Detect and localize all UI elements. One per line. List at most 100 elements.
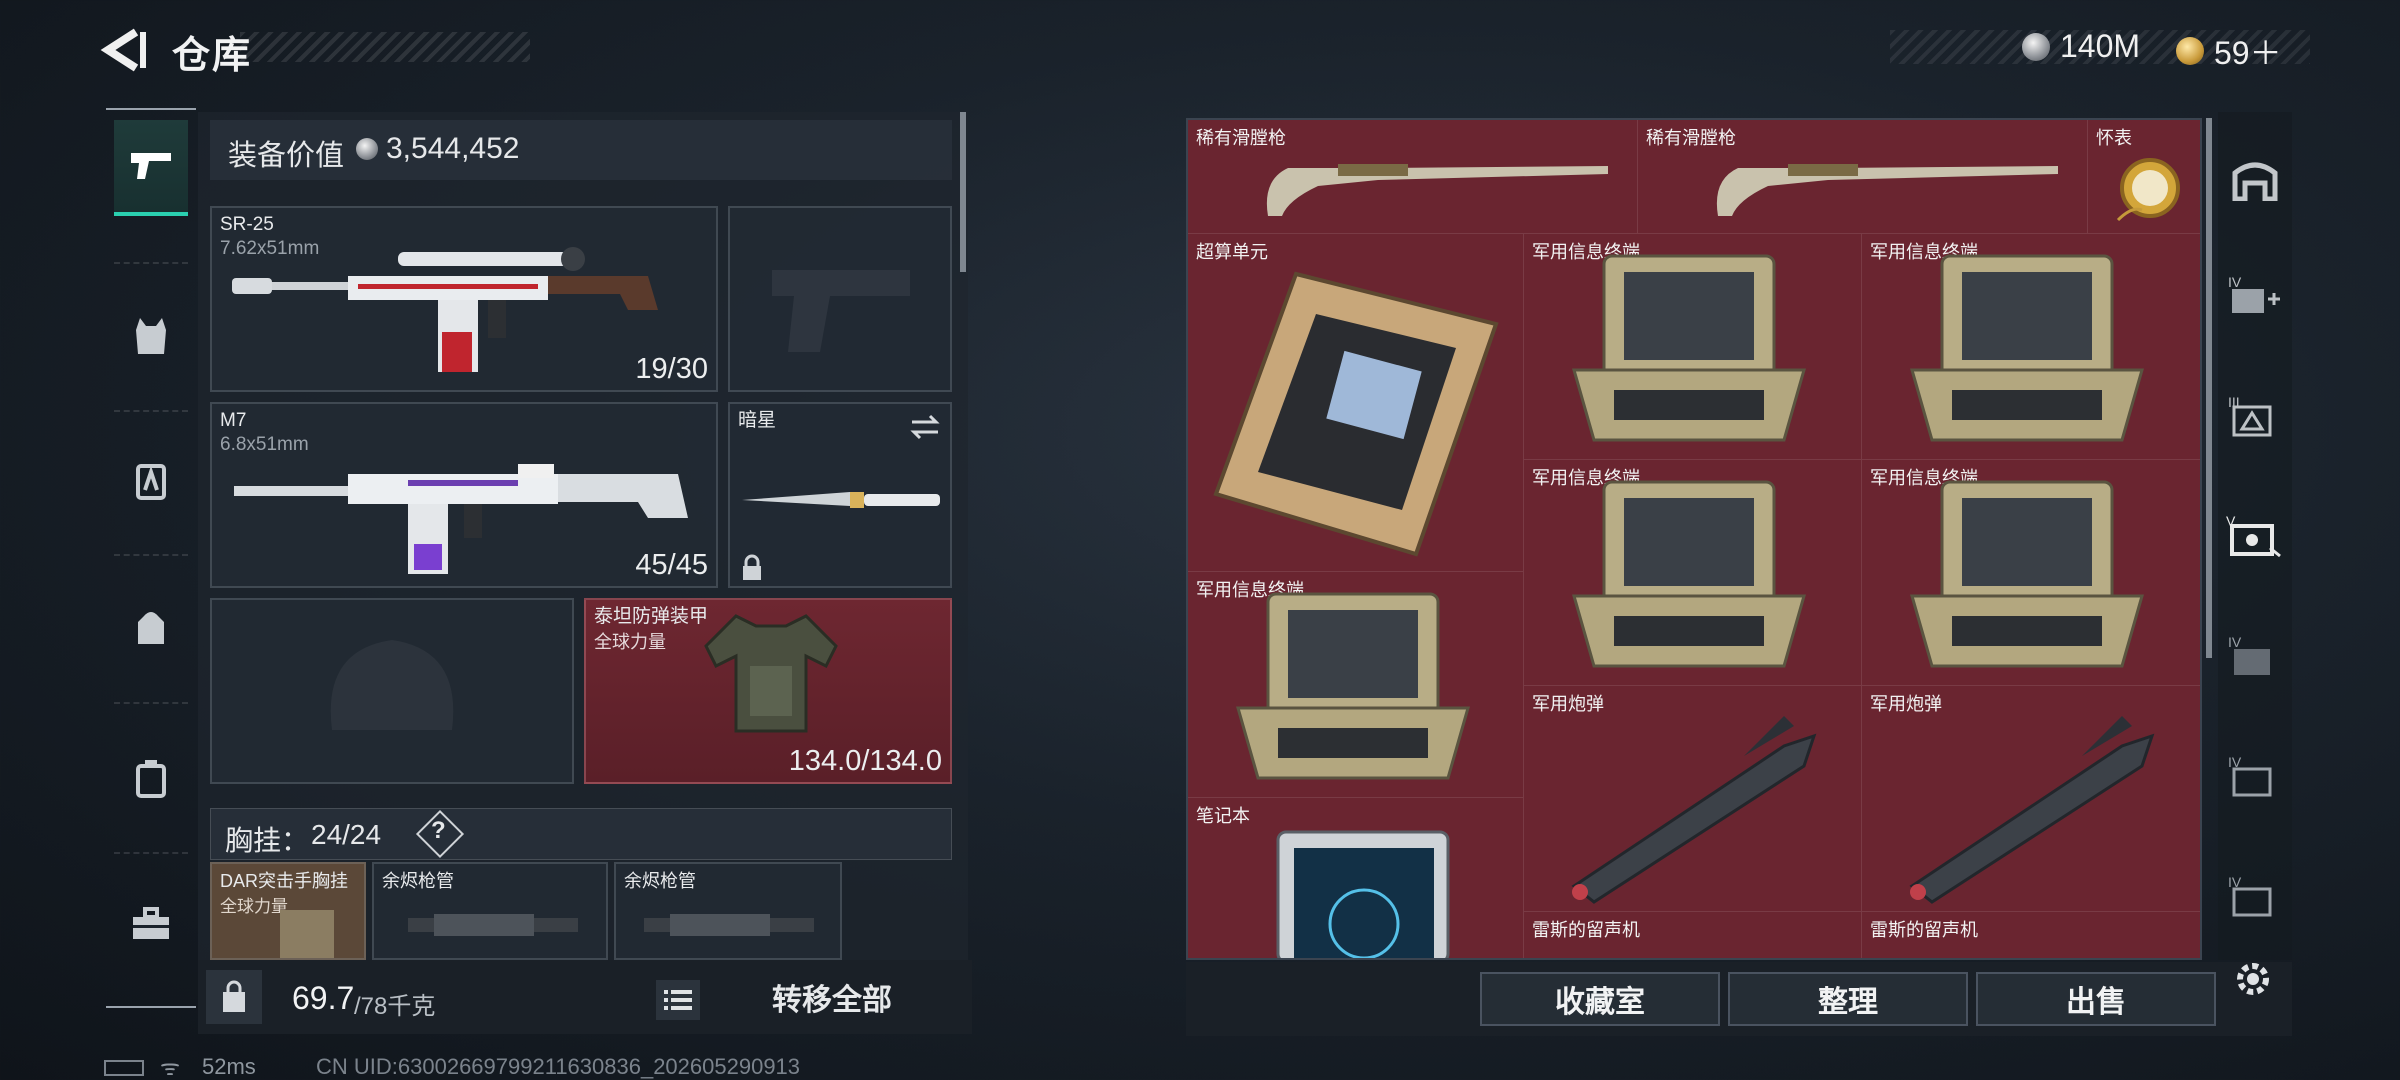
storage-tab-4c[interactable]: IV (2222, 742, 2288, 808)
knife-icon (742, 492, 940, 508)
collection-room-button[interactable]: 收藏室 (1480, 972, 1720, 1026)
item-name: 笔记本 (1196, 806, 1250, 826)
military-terminal-icon (1910, 480, 2144, 668)
list-icon (664, 990, 692, 1010)
armor-icon (136, 464, 166, 500)
pistol-icon (131, 153, 171, 179)
item-name: 雷斯的留声机 (1870, 920, 1978, 940)
equipment-scrollbar[interactable] (960, 112, 966, 272)
storage-item[interactable]: 军用信息终端 (1188, 572, 1524, 798)
settings-button[interactable] (2228, 954, 2278, 1004)
rig-item-name: DAR突击手胸挂 (220, 871, 349, 891)
rail-weapons[interactable] (114, 120, 188, 216)
weight-lock-button[interactable] (206, 970, 262, 1024)
storage-tab-home[interactable] (2222, 146, 2288, 212)
secondary-weapon-slot[interactable]: M7 6.8x51mm 45/45 (210, 402, 718, 588)
armor-slot[interactable]: 泰坦防弹装甲 全球力量 134.0/134.0 (584, 598, 952, 784)
container-iv-icon: IV (2228, 754, 2272, 797)
storage-item[interactable]: 稀有滑膛枪 (1188, 120, 1638, 234)
silver-currency[interactable]: 140M (2022, 28, 2140, 65)
title-decoration (240, 32, 530, 62)
storage-item[interactable]: 军用信息终端 (1524, 460, 1862, 686)
helmet-slot[interactable] (210, 598, 574, 784)
ping: 52ms (202, 1054, 256, 1079)
swap-icon[interactable] (908, 412, 942, 442)
gold-coin-icon (2176, 37, 2204, 65)
storage-item[interactable]: 军用炮弹 (1862, 686, 2200, 912)
rig-item-slot[interactable]: DAR突击手胸挂 全球力量 (210, 862, 366, 960)
artillery-shell-icon (1909, 716, 2155, 904)
weapon-ammo: 45/45 (635, 549, 708, 581)
rail-vest[interactable] (114, 288, 188, 384)
item-name: 雷斯的留声机 (1532, 920, 1640, 940)
help-icon[interactable]: ? (431, 817, 446, 845)
toolbox-icon (133, 907, 169, 939)
storage-grid: 稀有滑膛枪 稀有滑膛枪 怀表 超算单元 军用信息终端 军用信息终端 军用信息终端… (1186, 118, 2202, 960)
rail-case[interactable] (114, 730, 188, 826)
laptop-icon (1276, 830, 1450, 958)
svg-text:IV: IV (2228, 634, 2242, 650)
list-view-button[interactable] (656, 980, 700, 1020)
rig-item-name: 余烬枪管 (382, 871, 454, 891)
transfer-all-button[interactable]: 转移全部 (706, 970, 958, 1024)
sort-button[interactable]: 整理 (1728, 972, 1968, 1026)
armor-durability: 134.0/134.0 (788, 745, 942, 777)
weight-max: /78千克 (354, 993, 436, 1020)
gold-currency[interactable]: 59＋ (2176, 28, 2282, 74)
rail-backpack[interactable] (114, 580, 188, 676)
sr25-rifle-icon (232, 247, 658, 372)
container-iii-icon: III (2228, 394, 2272, 437)
rig-item-name: 余烬枪管 (624, 871, 696, 891)
equipment-value: 3,544,452 (386, 132, 520, 165)
storage-item[interactable]: 军用信息终端 (1524, 234, 1862, 460)
storage-item[interactable]: 稀有滑膛枪 (1638, 120, 2088, 234)
melee-slot[interactable]: 暗星 (728, 402, 952, 588)
rail-armor[interactable] (114, 432, 188, 528)
storage-item[interactable]: 雷斯的留声机 (1862, 912, 2200, 958)
rig-item-slot[interactable]: 余烬枪管 (372, 862, 608, 960)
storage-item[interactable]: 军用信息终端 (1862, 234, 2200, 460)
rig-item-slot[interactable]: 余烬枪管 (614, 862, 842, 960)
storage-item[interactable]: 雷斯的留声机 (1524, 912, 1862, 958)
rail-top-line (106, 108, 196, 110)
armor-name: 泰坦防弹装甲 (594, 606, 709, 627)
pocket-watch-icon (2116, 158, 2180, 222)
military-terminal-icon (1572, 480, 1806, 668)
storage-scrollbar[interactable] (2206, 118, 2212, 658)
storage-tab-4[interactable]: IV (2222, 262, 2288, 328)
storage-tab-5-active[interactable]: V (2222, 502, 2288, 568)
pistol-placeholder-icon (772, 270, 910, 352)
storage-item[interactable]: 军用炮弹 (1524, 686, 1862, 912)
rail-toolbox[interactable] (114, 876, 188, 972)
case-icon (136, 760, 166, 798)
container-iv-icon: IV (2228, 634, 2270, 675)
weapon-name: M7 (220, 410, 247, 431)
storage-item[interactable]: 军用信息终端 (1862, 460, 2200, 686)
backpack-icon (138, 612, 164, 644)
military-terminal-icon (1910, 254, 2144, 442)
storage-item[interactable]: 怀表 (2088, 120, 2200, 234)
primary-weapon-slot[interactable]: SR-25 7.62x51mm 19/30 (210, 206, 718, 392)
storage-item[interactable]: 笔记本 (1188, 798, 1524, 958)
storage-tab-4d[interactable]: IV (2222, 862, 2288, 928)
storage-item[interactable]: 超算单元 (1188, 234, 1524, 572)
military-terminal-icon (1572, 254, 1806, 442)
supercomputing-unit-icon (1213, 271, 1499, 557)
back-button[interactable] (100, 28, 150, 72)
storage-tab-3[interactable]: III (2222, 382, 2288, 448)
vest-icon (136, 318, 166, 354)
pistol-slot[interactable] (728, 206, 952, 392)
helmet-placeholder-icon (330, 640, 454, 730)
lock-icon (743, 554, 761, 580)
weapon-ammo: 19/30 (635, 353, 708, 385)
svg-text:IV: IV (2228, 274, 2242, 290)
sell-button[interactable]: 出售 (1976, 972, 2216, 1026)
container-iv-icon: IV (2228, 874, 2272, 917)
melee-name: 暗星 (738, 410, 777, 431)
storage-tab-4b[interactable]: IV (2222, 622, 2288, 688)
artillery-shell-icon (1571, 716, 1817, 904)
chest-rig-icon (280, 910, 334, 958)
musket-icon (1716, 164, 2058, 216)
user-uid: CN UID:63002669799211630836_202605290913 (316, 1054, 801, 1079)
gold-amount: 59＋ (2214, 35, 2282, 71)
